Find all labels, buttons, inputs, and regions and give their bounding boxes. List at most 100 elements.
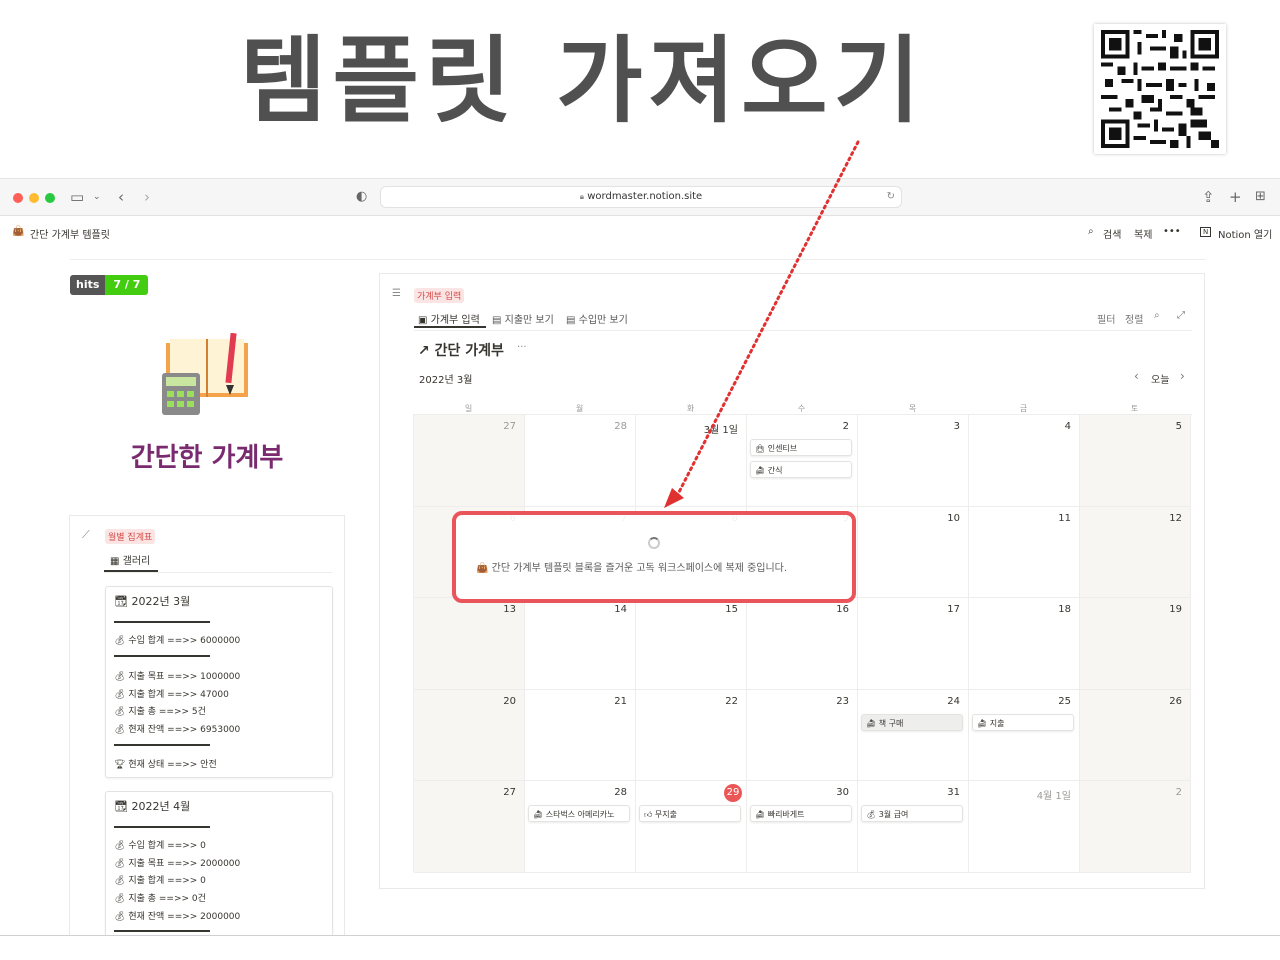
more-button[interactable]: ••• (1163, 226, 1181, 237)
calendar-tag[interactable]: 가계부 입력 (414, 288, 465, 303)
list-icon: ☰ (392, 288, 401, 299)
calendar-day-cell[interactable]: 26 (1080, 689, 1191, 782)
back-icon[interactable]: ‹ (118, 188, 124, 206)
calendar-day-cell[interactable]: 13 (414, 598, 525, 690)
calendar-event[interactable]: 🍰︎ 지출 (972, 713, 1074, 731)
gallery-tab[interactable]: ▦ 갤러리 (110, 552, 150, 567)
separator (114, 655, 210, 657)
calendar-day-cell[interactable]: 25 🍰︎ 지출 (969, 689, 1080, 782)
privacy-shield-icon[interactable]: ◐ (356, 188, 367, 206)
search-icon[interactable]: ⌕ (1154, 310, 1160, 321)
calendar-icon: ▣ (418, 315, 428, 326)
calendar-day-cell[interactable]: 4 (969, 415, 1080, 507)
summary-tag[interactable]: 월별 집계표 (105, 529, 156, 544)
screenshot: 템플릿 가져오기 ▭ ⌄ ‹ › ◐ 🔒︎ wordmaster.notion.… (0, 0, 1280, 960)
separator (114, 744, 210, 746)
card-line: 💰︎ 현재 잔액 ==>> 2000000 (114, 912, 241, 922)
tabs-divider (414, 330, 1192, 331)
tab-income-only[interactable]: ▤ 수입만 보기 (566, 311, 628, 326)
calendar-day-cell[interactable]: 23 (747, 689, 858, 782)
card-line: 💰︎ 지출 합계 ==>> 0 (114, 876, 206, 886)
calendar-event[interactable]: 🍰︎ 스타벅스 아메리카노 (528, 805, 630, 823)
forward-icon[interactable]: › (144, 188, 150, 206)
close-window-button[interactable] (13, 193, 23, 203)
money-bag-icon: 💰︎ (114, 859, 126, 869)
today-button[interactable]: 오늘 (1151, 371, 1169, 386)
search-button[interactable]: 검색 (1103, 226, 1121, 241)
calendar-day-cell[interactable]: 16 (747, 598, 858, 690)
calendar-day-cell[interactable]: 21 (525, 689, 636, 782)
calendar-event[interactable]: 🍰︎ 간식 (750, 461, 852, 478)
chevron-down-icon[interactable]: ⌄ (93, 188, 101, 206)
tab-gagyebu[interactable]: ▣ 가계부 입력 (418, 311, 480, 326)
day-number: 2 (1175, 787, 1182, 799)
title-more-button[interactable]: ··· (517, 342, 527, 353)
calendar-event[interactable]: 🍰︎ 책 구매 (861, 713, 963, 731)
minimize-window-button[interactable] (29, 193, 39, 203)
calendar-day-cell[interactable]: 28 (525, 415, 636, 507)
duplicate-button[interactable]: 복제 (1134, 226, 1152, 241)
calendar-day-cell[interactable]: 27 (414, 415, 525, 507)
address-bar[interactable]: 🔒︎ wordmaster.notion.site ↻ (380, 186, 902, 208)
calendar-day-cell[interactable]: 30 🍰︎ 빠리바게트 (747, 781, 858, 873)
calendar-title[interactable]: ↗ 간단 가계부 (418, 340, 504, 360)
new-tab-icon[interactable]: + (1229, 188, 1242, 206)
calendar-day-cell[interactable]: 2 (1080, 781, 1191, 873)
table-icon: ▤ (566, 315, 576, 326)
sidebar-toggle-icon[interactable]: ▭ (70, 188, 84, 206)
zoom-window-button[interactable] (45, 193, 55, 203)
calendar-day-cell[interactable]: 18 (969, 598, 1080, 690)
calendar-day-cell[interactable]: 5 (1080, 415, 1191, 507)
active-tab-underline (414, 326, 486, 328)
calendar-day-cell[interactable]: 19 (1080, 598, 1191, 690)
calendar-day-cell[interactable]: 22 (636, 689, 747, 782)
calendar-day-cell[interactable]: 29 👍︎ 무지출 (636, 781, 747, 873)
prev-month-icon[interactable]: ‹ (1134, 369, 1139, 383)
calendar-day-cell[interactable]: 24 🍰︎ 책 구매 (858, 689, 969, 782)
calendar-event[interactable]: 👍︎ 무지출 (639, 805, 741, 823)
summary-card-march[interactable]: 📆︎ 2022년 3월 💰︎ 수입 합계 ==>> 6000000 💰︎ 지출 … (105, 586, 333, 778)
calendar-day-cell[interactable]: 31 💰︎ 3월 급여 (858, 781, 969, 873)
calendar-event[interactable]: 👜︎ 인센티브 (750, 439, 852, 456)
calendar-day-cell[interactable]: 20 (414, 689, 525, 782)
filter-button[interactable]: 필터 (1097, 311, 1115, 326)
calendar-day-cell[interactable]: 11 (969, 506, 1080, 599)
calendar-day-cell[interactable]: 14 (525, 598, 636, 690)
chart-line-icon: ⟋ (82, 528, 90, 541)
calendar-day-cell[interactable]: 3 (858, 415, 969, 507)
card-line: 💰︎ 현재 잔액 ==>> 6953000 (114, 725, 241, 735)
tab-overview-icon[interactable]: ⊞ (1255, 188, 1266, 206)
calendar-day-cell[interactable]: 2 👜︎ 인센티브 🍰︎ 간식 (747, 415, 858, 507)
expand-icon[interactable]: ⤢ (1177, 310, 1185, 321)
event-icon: 🍰︎ (533, 810, 546, 820)
open-notion-button[interactable]: Notion 열기 (1218, 226, 1272, 241)
summary-card-april[interactable]: 📆︎ 2022년 4월 💰︎ 수입 합계 ==>> 0 💰︎ 지출 목표 ==>… (105, 791, 333, 935)
calendar-icon: 📆︎ (114, 595, 128, 608)
search-icon[interactable]: ⌕ (1088, 226, 1094, 237)
calendar-day-cell[interactable]: 12 (1080, 506, 1191, 599)
calendar-day-cell[interactable]: 4월 1일 (969, 781, 1080, 873)
month-label: 2022년 3월 (419, 375, 473, 386)
calendar-event[interactable]: 💰︎ 3월 급여 (861, 805, 963, 823)
notion-topbar: 👜 간단 가계부 템플릿 ⌕ 검색 복제 ••• N Notion 열기 (0, 217, 1280, 249)
calendar-day-cell[interactable]: 10 (858, 506, 969, 599)
calendar-day-cell[interactable]: 28 🍰︎ 스타벅스 아메리카노 (525, 781, 636, 873)
reload-icon[interactable]: ↻ (887, 187, 895, 207)
calendar-event[interactable]: 🍰︎ 빠리바게트 (750, 805, 852, 823)
monthly-summary-db: ⟋ 월별 집계표 ▦ 갤러리 📆︎ 2022년 3월 💰︎ 수입 합계 ==>>… (69, 515, 345, 935)
gallery-icon: ▦ (110, 556, 120, 567)
tab-expense-only[interactable]: ▤ 지출만 보기 (492, 311, 554, 326)
card-line: 💰︎ 수입 합계 ==>> 6000000 (114, 636, 241, 646)
calendar-day-cell[interactable]: 27 (414, 781, 525, 873)
sort-button[interactable]: 정렬 (1125, 311, 1143, 326)
money-bag-icon: 💰︎ (114, 690, 126, 700)
page-title[interactable]: 간단 가계부 템플릿 (30, 226, 110, 241)
separator (114, 930, 210, 932)
duplicating-toast: 👜 간단 가계부 템플릿 블록을 즐거운 고독 워크스페이스에 복제 중입니다. (452, 511, 856, 603)
day-number: 27 (503, 421, 516, 432)
calendar-day-cell[interactable]: 3월 1일 (636, 415, 747, 507)
calendar-day-cell[interactable]: 17 (858, 598, 969, 690)
share-icon[interactable]: ⇪ (1202, 188, 1215, 206)
next-month-icon[interactable]: › (1180, 369, 1185, 383)
calendar-day-cell[interactable]: 15 (636, 598, 747, 690)
